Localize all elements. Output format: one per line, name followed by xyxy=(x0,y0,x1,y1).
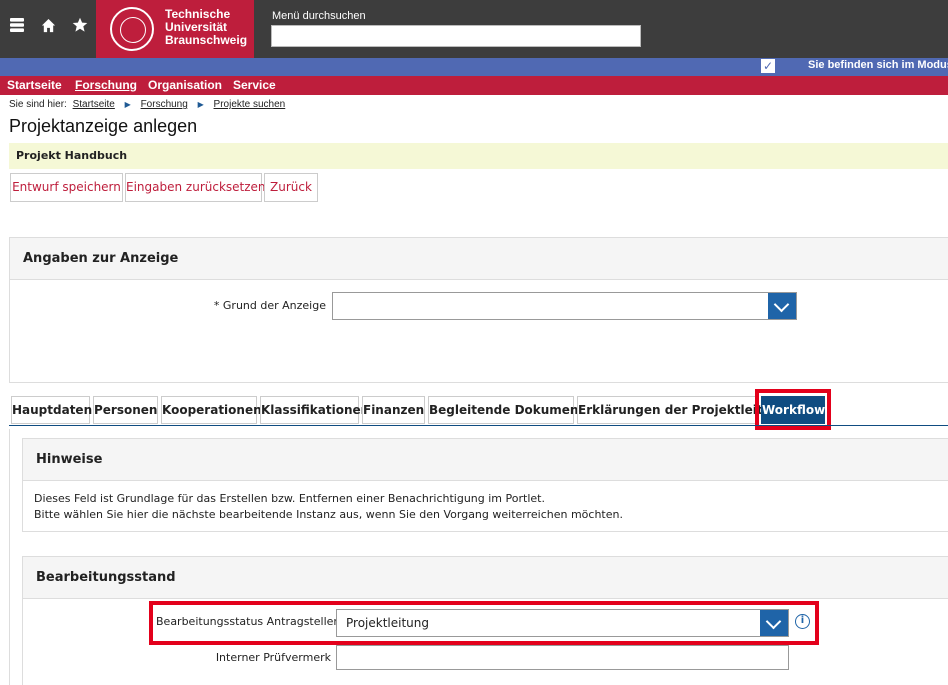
hint-line-1: Dieses Feld ist Grundlage für das Erstel… xyxy=(34,492,545,505)
main-nav: Startseite Forschung Organisation Servic… xyxy=(0,76,948,95)
status-heading: Bearbeitungsstand xyxy=(23,557,948,599)
breadcrumb-separator-icon: ▶ xyxy=(124,100,131,109)
workflow-tab-highlight xyxy=(755,389,831,430)
hint-line-2: Bitte wählen Sie hier die nächste bearbe… xyxy=(34,508,623,521)
breadcrumb-projekte-suchen[interactable]: Projekte suchen xyxy=(214,99,286,110)
university-name-line3: Braunschweig xyxy=(165,33,248,47)
project-context-title: Projekt Handbuch xyxy=(16,149,128,162)
menu-search-input[interactable] xyxy=(271,25,641,47)
internal-check-input[interactable] xyxy=(336,645,789,670)
breadcrumb-separator-icon: ▶ xyxy=(197,100,204,109)
applicant-status-highlight xyxy=(149,601,819,645)
menu-icon[interactable] xyxy=(6,17,28,39)
internal-check-label: Interner Prüfvermerk xyxy=(215,651,331,664)
hints-heading: Hinweise xyxy=(23,439,948,481)
university-seal-icon xyxy=(110,7,154,51)
chevron-down-icon[interactable] xyxy=(768,293,796,319)
tab-kooperationen[interactable]: Kooperationen xyxy=(161,396,262,424)
mode-text: Sie befinden sich im Modus xyxy=(808,59,948,71)
top-bar: Technische Universität Braunschweig Menü… xyxy=(0,0,948,58)
star-icon[interactable] xyxy=(69,17,91,39)
nav-item-organisation[interactable]: Organisation xyxy=(148,78,222,92)
tab-erklaerungen-projektleitung[interactable]: Erklärungen der Projektleitung xyxy=(577,396,788,424)
breadcrumb-forschung[interactable]: Forschung xyxy=(141,99,188,110)
back-button[interactable]: Zurück xyxy=(264,173,318,202)
tab-underline xyxy=(9,425,948,426)
home-icon[interactable] xyxy=(37,17,59,39)
reason-label: * Grund der Anzeige xyxy=(213,299,326,312)
announcement-heading: Angaben zur Anzeige xyxy=(10,238,948,280)
tab-begleitende-dokumente[interactable]: Begleitende Dokumente xyxy=(428,396,592,424)
nav-item-startseite[interactable]: Startseite xyxy=(7,78,62,92)
mode-bar: ✓ Sie befinden sich im Modus xyxy=(0,58,948,76)
university-name: Technische Universität Braunschweig xyxy=(165,8,247,47)
tab-hauptdaten[interactable]: Hauptdaten xyxy=(11,396,92,424)
page-title: Projektanzeige anlegen xyxy=(9,116,198,136)
menu-search-label: Menü durchsuchen xyxy=(272,10,366,22)
breadcrumb: Sie sind hier: Startseite ▶ Forschung ▶ … xyxy=(9,99,285,110)
checkbox-icon[interactable]: ✓ xyxy=(761,59,775,73)
nav-item-service[interactable]: Service xyxy=(233,78,276,92)
university-logo[interactable]: Technische Universität Braunschweig xyxy=(96,0,254,58)
tab-personen[interactable]: Personen xyxy=(93,396,158,424)
reset-inputs-button[interactable]: Eingaben zurücksetzen xyxy=(125,173,266,202)
breadcrumb-prefix: Sie sind hier: xyxy=(9,99,67,110)
nav-item-forschung[interactable]: Forschung xyxy=(75,78,137,92)
tab-finanzen[interactable]: Finanzen xyxy=(362,396,425,424)
project-context-bar: Projekt Handbuch xyxy=(9,143,948,169)
breadcrumb-startseite[interactable]: Startseite xyxy=(73,99,115,110)
reason-select[interactable] xyxy=(332,292,797,320)
save-draft-button[interactable]: Entwurf speichern xyxy=(10,173,123,202)
tab-klassifikationen[interactable]: Klassifikationen xyxy=(260,396,369,424)
